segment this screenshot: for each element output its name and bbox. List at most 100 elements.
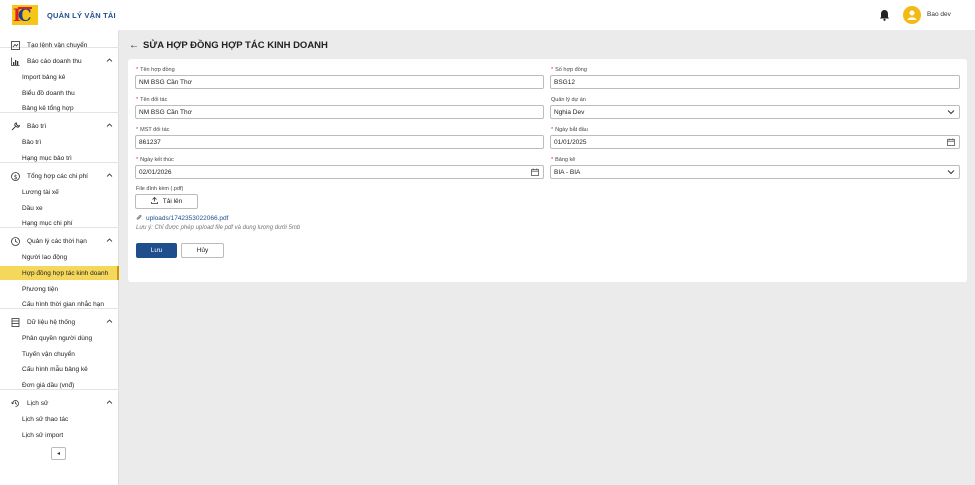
chevron-up-icon[interactable] xyxy=(106,122,113,131)
sidebar-item-label: Báo cáo doanh thu xyxy=(27,57,82,65)
sidebar-item-label: Bảo trì xyxy=(27,122,47,130)
chevron-down-icon xyxy=(947,168,955,178)
cancel-button[interactable]: Hủy xyxy=(181,243,224,258)
sidebar-group-du-lieu-he-thong[interactable]: Dữ liệu hệ thống xyxy=(0,315,119,329)
user-name[interactable]: Bao dev xyxy=(927,11,951,18)
sidebar-item-label: Hợp đồng hợp tác kinh doanh xyxy=(22,269,109,277)
sidebar-item-label: Bảo trì xyxy=(22,138,42,146)
sidebar-item-label: Tổng hợp các chi phí xyxy=(27,172,88,180)
sidebar-group-tao-lenh-van-chuyen[interactable]: Tạo lệnh vận chuyển xyxy=(0,38,119,52)
sidebar-item-label: Cấu hình mẫu bảng kê xyxy=(22,365,88,373)
collapse-sidebar-button[interactable]: ◂ xyxy=(51,447,66,460)
sidebar-item-label: Tuyến vận chuyển xyxy=(22,350,75,358)
project-manager-select[interactable]: Nghia Dev xyxy=(550,105,960,119)
contract-number-label: * Số hợp đồng xyxy=(551,67,587,73)
sidebar-item-dau-xe[interactable]: Dầu xe xyxy=(0,201,119,215)
sidebar-item-nguoi-lao-dong[interactable]: Người lao động xyxy=(0,250,119,264)
sidebar-item-label: Lịch sử thao tác xyxy=(22,415,69,423)
end-date-picker[interactable]: 02/01/2026 xyxy=(135,165,544,179)
back-arrow-icon[interactable]: ← xyxy=(129,40,139,51)
partner-name-input[interactable]: NM BSG Cần Thơ xyxy=(135,105,544,119)
sidebar-item-tuyen-van-chuyen[interactable]: Tuyến vận chuyển xyxy=(0,347,119,361)
contract-name-input[interactable]: NM BSG Cần Thơ xyxy=(135,75,544,89)
sidebar-item-label: Phân quyền người dùng xyxy=(22,334,93,342)
page-title-text: SỬA HỢP ĐỒNG HỢP TÁC KINH DOANH xyxy=(143,40,328,51)
sidebar-item-lich-su-thao-tac[interactable]: Lịch sử thao tác xyxy=(0,412,119,426)
caret-left-icon: ◂ xyxy=(56,451,60,457)
statement-label: * Bảng kê xyxy=(551,157,576,163)
upload-icon xyxy=(150,196,158,206)
partner-name-label: * Tên đối tác xyxy=(136,97,168,103)
sidebar-item-label: Lịch sử import xyxy=(22,431,64,439)
chevron-up-icon[interactable] xyxy=(106,318,113,327)
bar-chart-icon xyxy=(10,56,20,66)
chevron-down-icon xyxy=(947,108,955,118)
sidebar-item-bang-ke-tong-hop[interactable]: Bảng kê tổng hợp xyxy=(0,101,119,115)
wrench-icon xyxy=(10,121,20,131)
sidebar-item-luong-tai-xe[interactable]: Lương tài xế xyxy=(0,185,119,199)
sidebar-item-hang-muc-chi-phi[interactable]: Hạng mục chi phí xyxy=(0,216,119,230)
history-icon xyxy=(10,398,20,408)
end-date-label: * Ngày kết thúc xyxy=(136,157,174,163)
attachment-file-link[interactable]: uploads/1742353022066.pdf xyxy=(136,214,228,223)
sidebar-item-bao-tri[interactable]: Bảo trì xyxy=(0,135,119,149)
user-avatar[interactable] xyxy=(903,6,921,24)
project-manager-label: Quản lý dự án xyxy=(551,97,586,103)
sidebar-item-label: Hạng mục bảo trì xyxy=(22,154,72,162)
sidebar-item-phuong-tien[interactable]: Phương tiện xyxy=(0,282,119,296)
new-order-icon xyxy=(10,40,20,50)
calendar-icon[interactable] xyxy=(947,138,955,148)
sidebar-item-label: Hạng mục chi phí xyxy=(22,219,73,227)
chevron-up-icon[interactable] xyxy=(106,172,113,181)
contract-number-input[interactable]: BSG12 xyxy=(550,75,960,89)
sidebar-item-don-gia-dau-vnd[interactable]: Đơn giá dầu (vnđ) xyxy=(0,378,119,392)
page-title: ← SỬA HỢP ĐỒNG HỢP TÁC KINH DOANH xyxy=(129,40,328,51)
chevron-up-icon[interactable] xyxy=(106,399,113,408)
sidebar-item-label: Người lao động xyxy=(22,253,68,261)
sidebar: ◂ Tạo lệnh vận chuyển Báo cáo doanh thu Im… xyxy=(0,30,119,485)
sidebar-group-quan-ly-cac-thoi-han[interactable]: Quản lý các thời hạn xyxy=(0,234,119,248)
sidebar-item-label: Tạo lệnh vận chuyển xyxy=(27,41,88,49)
sidebar-item-import-bang-ke[interactable]: Import bảng kê xyxy=(0,70,119,84)
sidebar-item-cau-hinh-mau-bang-ke[interactable]: Cấu hình mẫu bảng kê xyxy=(0,362,119,376)
sidebar-item-label: Lương tài xế xyxy=(22,188,59,196)
company-logo[interactable]: I C xyxy=(12,5,38,26)
upload-note: Lưu ý: Chỉ được phép upload file pdf và … xyxy=(136,225,301,231)
sidebar-item-hang-muc-bao-tri[interactable]: Hạng mục bảo trì xyxy=(0,151,119,165)
sidebar-group-tong-hop-cac-chi-phi[interactable]: $ Tổng hợp các chi phí xyxy=(0,169,119,183)
sidebar-item-label: Bảng kê tổng hợp xyxy=(22,104,74,112)
sidebar-item-label: Phương tiện xyxy=(22,285,59,293)
sidebar-item-label: Lịch sử xyxy=(27,399,49,407)
sidebar-group-bao-tri[interactable]: Bảo trì xyxy=(0,119,119,133)
app-title: QUẢN LÝ VẬN TẢI xyxy=(47,11,116,20)
top-bar: I C QUẢN LÝ VẬN TẢI Bao dev xyxy=(0,0,975,30)
bell-icon[interactable] xyxy=(879,9,890,21)
chevron-up-icon[interactable] xyxy=(106,57,113,66)
sidebar-item-lich-su-import[interactable]: Lịch sử import xyxy=(0,428,119,442)
clock-icon xyxy=(10,236,20,246)
database-icon xyxy=(10,317,20,327)
sidebar-item-hop-dong-hop-tac-kinh-doanh[interactable]: Hợp đồng hợp tác kinh doanh xyxy=(0,266,119,280)
start-date-picker[interactable]: 01/01/2025 xyxy=(550,135,960,149)
sidebar-item-label: Quản lý các thời hạn xyxy=(27,237,87,245)
sidebar-item-label: Đơn giá dầu (vnđ) xyxy=(22,381,75,389)
chevron-up-icon[interactable] xyxy=(106,237,113,246)
partner-tax-label: * MST đối tác xyxy=(136,127,170,133)
partner-tax-input[interactable]: 861237 xyxy=(135,135,544,149)
sidebar-item-label: Biểu đồ doanh thu xyxy=(22,89,75,97)
attachment-label: File đính kèm (.pdf) xyxy=(136,186,184,192)
start-date-label: * Ngày bắt đầu xyxy=(551,127,588,133)
contract-name-label: * Tên hợp đồng xyxy=(136,67,175,73)
sidebar-item-cau-hinh-thoi-gian-nhac-han[interactable]: Cấu hình thời gian nhắc hạn xyxy=(0,297,119,311)
save-button[interactable]: Lưu xyxy=(136,243,177,258)
upload-button[interactable]: Tải lên xyxy=(135,194,198,209)
sidebar-item-label: Dầu xe xyxy=(22,204,43,212)
sidebar-item-bieu-do-doanh-thu[interactable]: Biểu đồ doanh thu xyxy=(0,86,119,100)
sidebar-group-lich-su[interactable]: Lịch sử xyxy=(0,396,119,410)
sidebar-item-phan-quyen-nguoi-dung[interactable]: Phân quyền người dùng xyxy=(0,331,119,345)
calendar-icon[interactable] xyxy=(531,168,539,178)
statement-select[interactable]: BIA - BIA xyxy=(550,165,960,179)
dollar-icon: $ xyxy=(10,171,20,181)
sidebar-group-bao-cao-doanh-thu[interactable]: Báo cáo doanh thu xyxy=(0,54,119,68)
paperclip-icon xyxy=(136,214,142,223)
